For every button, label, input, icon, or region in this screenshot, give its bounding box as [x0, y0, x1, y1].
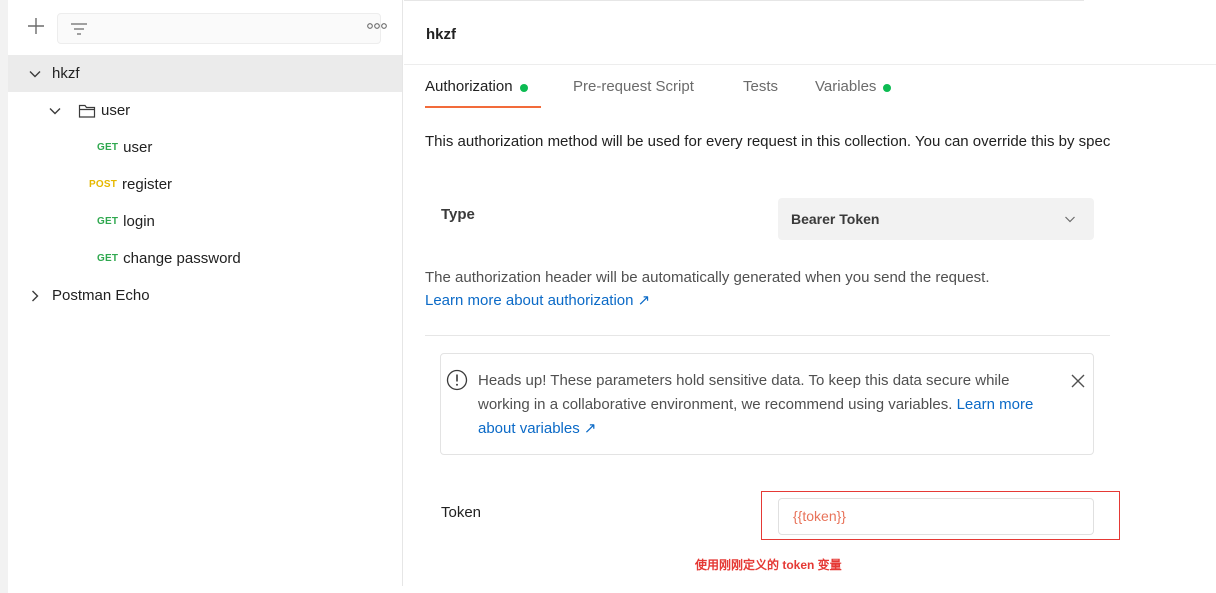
tab-label: Tests: [743, 78, 779, 95]
tab-pre-request-script[interactable]: Pre-request Script: [573, 78, 694, 108]
status-dot: [519, 84, 528, 92]
type-label: Type: [441, 206, 475, 223]
tree-item-label: user: [123, 139, 153, 156]
tree-item-label: hkzf: [52, 65, 80, 82]
filter-icon: [71, 23, 87, 35]
status-dot: [883, 84, 892, 92]
collection-title: hkzf: [426, 26, 456, 43]
method-badge: GET: [97, 216, 119, 227]
chevron-right-icon[interactable]: [28, 289, 42, 303]
auth-info-text: The authorization header will be automat…: [425, 269, 990, 286]
auth-info: The authorization header will be automat…: [425, 266, 990, 312]
tree-item-label: user: [101, 102, 131, 119]
tab-tests[interactable]: Tests: [743, 78, 778, 108]
collection-item-postman-echo[interactable]: Postman Echo: [8, 277, 402, 314]
tab-variables[interactable]: Variables: [815, 78, 892, 108]
method-badge: POST: [89, 179, 118, 190]
method-badge: GET: [97, 253, 119, 264]
sidebar: hkzf user GET user POST register GET log…: [8, 0, 403, 586]
tree-item-label: Postman Echo: [52, 287, 150, 304]
tab-label: Pre-request Script: [573, 78, 694, 95]
collection-item-hkzf[interactable]: hkzf: [8, 55, 402, 92]
tree-item-label: login: [123, 213, 155, 230]
warning-icon: [446, 369, 468, 391]
more-horizontal-icon[interactable]: [366, 20, 388, 32]
sensitive-data-alert: Heads up! These parameters hold sensitiv…: [440, 353, 1094, 455]
window-edge: [0, 0, 8, 593]
token-input[interactable]: {{token}}: [778, 498, 1094, 535]
close-icon[interactable]: [1070, 373, 1086, 389]
request-item-post-register[interactable]: POST register: [8, 166, 402, 203]
top-border: [404, 0, 1084, 1]
tab-label: Variables: [815, 78, 877, 95]
auth-type-value: Bearer Token: [791, 211, 880, 227]
learn-more-authorization-link[interactable]: Learn more about authorization ↗: [425, 289, 990, 312]
token-label: Token: [441, 504, 482, 521]
method-badge: GET: [97, 142, 119, 153]
section-divider: [425, 335, 1110, 336]
sidebar-toolbar: [8, 0, 402, 56]
chevron-down-icon[interactable]: [48, 104, 62, 118]
annotation-note: 使用刚刚定义的 token 变量: [695, 558, 842, 572]
alert-text: Heads up! These parameters hold sensitiv…: [478, 369, 1048, 441]
header-divider: [404, 64, 1216, 65]
request-item-get-user[interactable]: GET user: [8, 129, 402, 166]
alert-message: Heads up! These parameters hold sensitiv…: [478, 372, 1010, 413]
tab-label: Authorization: [425, 78, 513, 95]
filter-button[interactable]: [57, 13, 381, 44]
chevron-down-icon[interactable]: [28, 67, 42, 81]
plus-icon[interactable]: [24, 14, 48, 38]
tree-item-label: change password: [123, 250, 241, 267]
active-tab-indicator: [425, 106, 541, 108]
auth-type-select[interactable]: Bearer Token: [778, 198, 1094, 240]
tree-item-label: register: [122, 176, 173, 193]
tab-authorization[interactable]: Authorization: [425, 78, 528, 108]
folder-icon: [78, 104, 96, 118]
folder-item-user[interactable]: user: [8, 92, 402, 129]
chevron-down-icon: [1065, 216, 1075, 223]
request-item-get-change-password[interactable]: GET change password: [8, 240, 402, 277]
auth-description: This authorization method will be used f…: [425, 133, 1111, 150]
request-item-get-login[interactable]: GET login: [8, 203, 402, 240]
